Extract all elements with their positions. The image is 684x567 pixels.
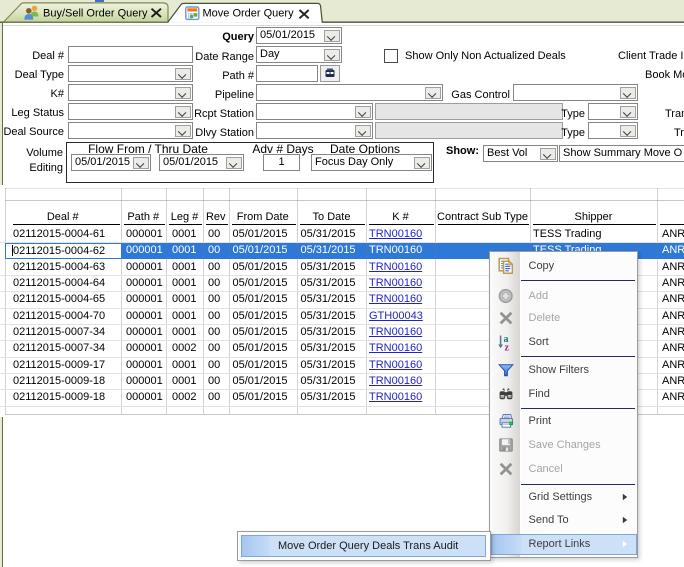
- svg-text:Buy/Sell Order Query: Buy/Sell Order Query: [43, 7, 148, 19]
- svg-text:z: z: [505, 342, 510, 351]
- svg-text:Move Order Query: Move Order Query: [203, 7, 295, 19]
